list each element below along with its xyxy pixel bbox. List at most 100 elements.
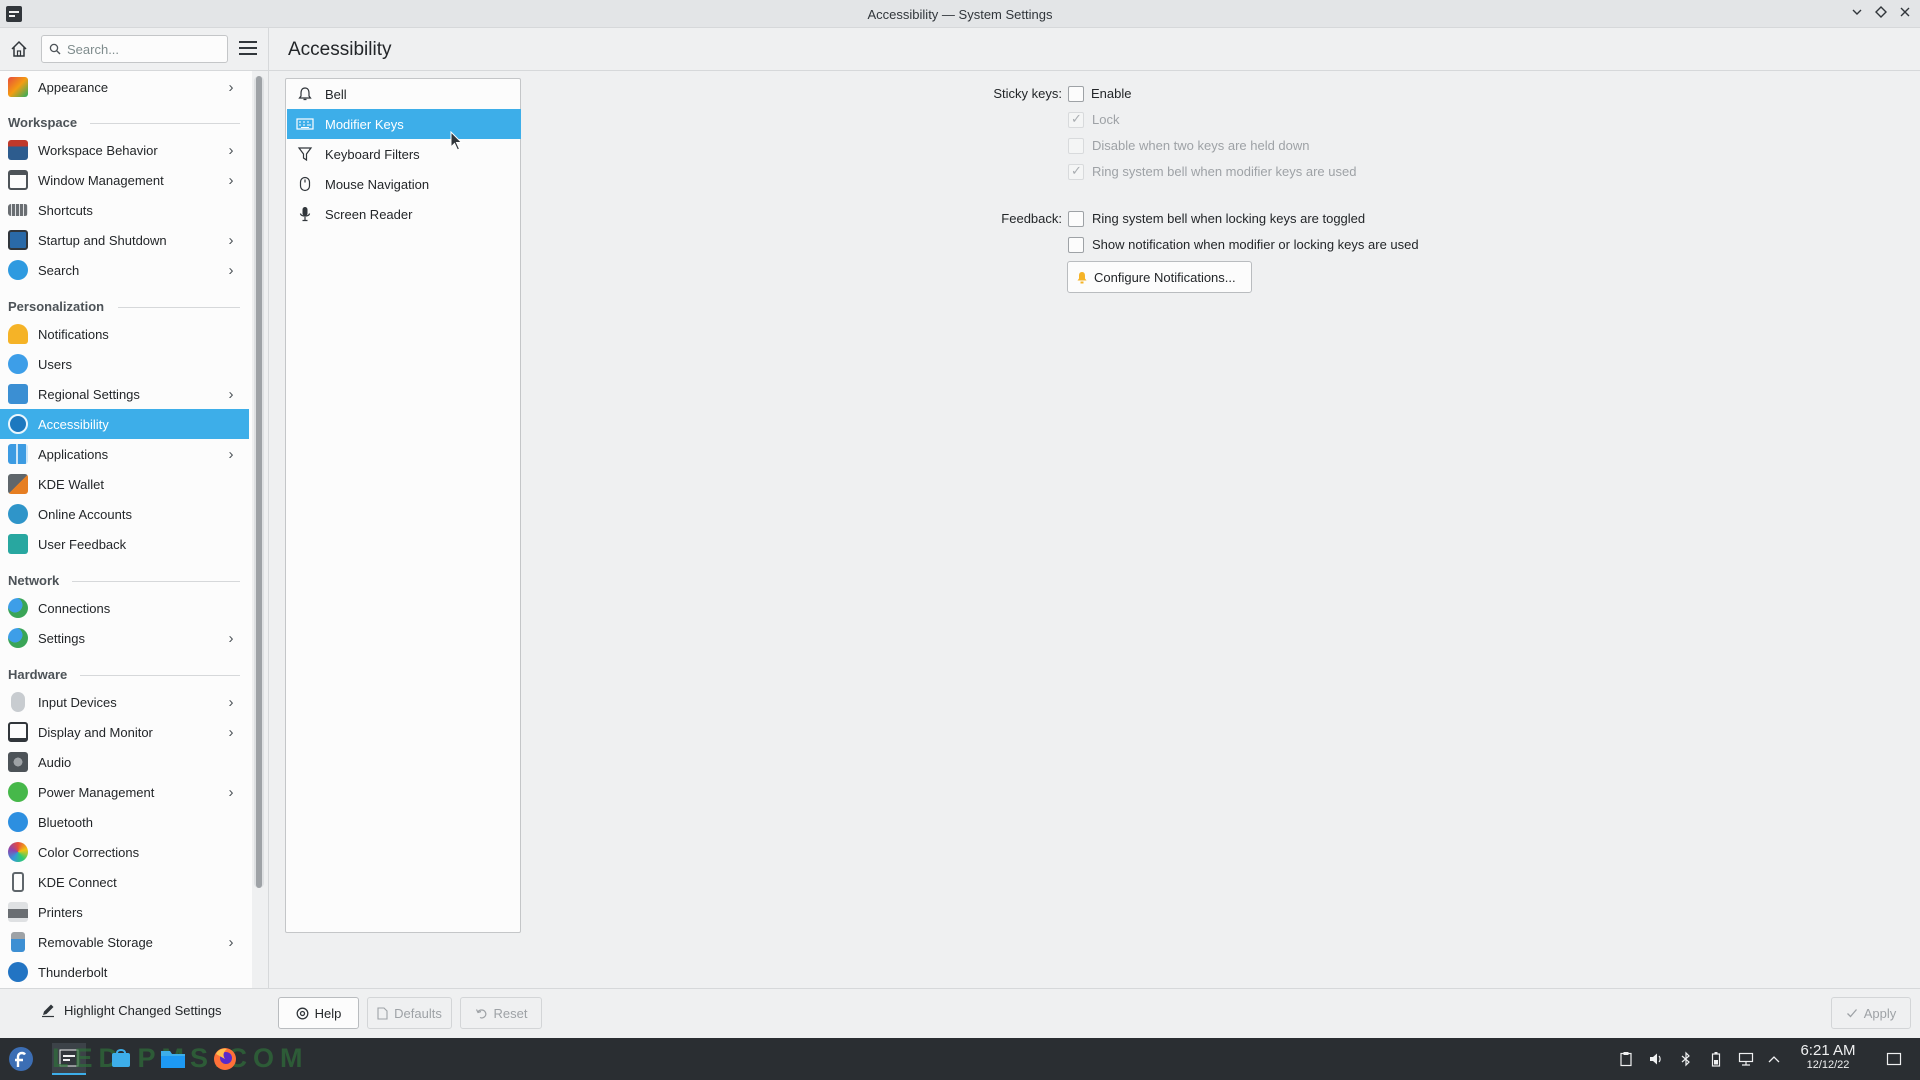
chevron-right-icon: › bbox=[228, 171, 234, 189]
close-icon[interactable] bbox=[1896, 5, 1914, 23]
sidebar-item-workspace-behavior[interactable]: Workspace Behavior › bbox=[0, 135, 249, 165]
sidebar-item-color-corrections[interactable]: Color Corrections bbox=[0, 837, 249, 867]
feedback-label: Feedback: bbox=[1001, 211, 1062, 226]
chevron-right-icon: › bbox=[228, 629, 234, 647]
document-icon bbox=[377, 1006, 388, 1020]
sidebar-scrollbar[interactable] bbox=[254, 76, 264, 888]
volume-icon[interactable] bbox=[1648, 1051, 1664, 1067]
sidebar-item-regional-settings[interactable]: Regional Settings › bbox=[0, 379, 249, 409]
disable-two-keys-checkbox[interactable] bbox=[1068, 138, 1084, 154]
highlight-changed-settings-button[interactable]: Highlight Changed Settings bbox=[40, 1002, 222, 1018]
tray-expand-icon[interactable] bbox=[1766, 1051, 1782, 1067]
checkmark-icon bbox=[1846, 1007, 1858, 1019]
sidebar-item-online-accounts[interactable]: Online Accounts bbox=[0, 499, 249, 529]
window-title: Accessibility — System Settings bbox=[867, 7, 1053, 22]
sidebar: Appearance › Workspace Workspace Behavio… bbox=[0, 71, 252, 988]
subpage-item-screen-reader[interactable]: Screen Reader bbox=[287, 199, 521, 229]
maximize-icon[interactable] bbox=[1872, 5, 1890, 23]
subpage-list: Bell Modifier Keys Keyboard Filters Mous… bbox=[285, 78, 521, 933]
subpage-item-mouse-navigation[interactable]: Mouse Navigation bbox=[287, 169, 521, 199]
enable-label: Enable bbox=[1091, 86, 1132, 101]
search-icon bbox=[8, 260, 28, 280]
network-icon[interactable] bbox=[1738, 1051, 1754, 1067]
show-notification-checkbox[interactable] bbox=[1068, 237, 1084, 253]
sidebar-item-bluetooth[interactable]: Bluetooth bbox=[0, 807, 249, 837]
chevron-right-icon: › bbox=[228, 933, 234, 951]
sidebar-item-audio[interactable]: Audio bbox=[0, 747, 249, 777]
file-manager-icon[interactable] bbox=[156, 1043, 190, 1075]
defaults-button[interactable]: Defaults bbox=[367, 997, 452, 1029]
firefox-icon[interactable] bbox=[208, 1043, 242, 1075]
lock-label: Lock bbox=[1092, 112, 1120, 127]
sidebar-item-search[interactable]: Search › bbox=[0, 255, 249, 285]
bluetooth-icon[interactable] bbox=[1678, 1051, 1694, 1067]
ring-locking-label: Ring system bell when locking keys are t… bbox=[1092, 211, 1366, 226]
monitor-icon bbox=[8, 722, 28, 742]
sidebar-item-printers[interactable]: Printers bbox=[0, 897, 249, 927]
minimize-icon[interactable] bbox=[1848, 5, 1866, 23]
show-notification-label: Show notification when modifier or locki… bbox=[1092, 237, 1419, 252]
sidebar-item-connections[interactable]: Connections bbox=[0, 593, 249, 623]
sidebar-item-kde-connect[interactable]: KDE Connect bbox=[0, 867, 249, 897]
sidebar-item-notifications[interactable]: Notifications bbox=[0, 319, 249, 349]
lock-checkbox[interactable]: ✓ bbox=[1068, 111, 1084, 128]
clipboard-icon[interactable] bbox=[1618, 1051, 1634, 1067]
search-input[interactable] bbox=[67, 40, 217, 58]
applications-icon bbox=[8, 444, 28, 464]
audio-icon bbox=[8, 752, 28, 772]
thunderbolt-icon bbox=[8, 962, 28, 982]
sidebar-item-appearance[interactable]: Appearance › bbox=[0, 72, 249, 102]
help-button[interactable]: Help bbox=[278, 997, 359, 1029]
battery-icon[interactable] bbox=[1708, 1051, 1724, 1067]
clock[interactable]: 6:21 AM 12/12/22 bbox=[1790, 1042, 1866, 1071]
sidebar-item-user-feedback[interactable]: User Feedback bbox=[0, 529, 249, 559]
sidebar-item-applications[interactable]: Applications › bbox=[0, 439, 249, 469]
configure-notifications-button[interactable]: Configure Notifications... bbox=[1067, 261, 1252, 293]
mouse-icon bbox=[11, 692, 25, 712]
accessibility-icon bbox=[8, 414, 28, 434]
sidebar-item-network-settings[interactable]: Settings › bbox=[0, 623, 249, 653]
sidebar-item-window-management[interactable]: Window Management › bbox=[0, 165, 249, 195]
chevron-right-icon: › bbox=[228, 385, 234, 403]
discover-icon[interactable] bbox=[104, 1043, 138, 1075]
subpage-item-bell[interactable]: Bell bbox=[287, 79, 521, 109]
scrollbar-thumb[interactable] bbox=[256, 76, 262, 888]
sidebar-item-users[interactable]: Users bbox=[0, 349, 249, 379]
sidebar-item-shortcuts[interactable]: Shortcuts bbox=[0, 195, 249, 225]
sidebar-item-startup-shutdown[interactable]: Startup and Shutdown › bbox=[0, 225, 249, 255]
kde-connect-icon bbox=[12, 872, 24, 892]
sidebar-item-removable-storage[interactable]: Removable Storage › bbox=[0, 927, 249, 957]
ring-modifier-checkbox[interactable]: ✓ bbox=[1068, 163, 1084, 180]
hamburger-menu-icon[interactable] bbox=[239, 41, 257, 57]
sidebar-item-input-devices[interactable]: Input Devices › bbox=[0, 687, 249, 717]
ring-locking-checkbox[interactable] bbox=[1068, 211, 1084, 227]
chevron-right-icon: › bbox=[228, 78, 234, 96]
fedora-launcher-icon[interactable] bbox=[4, 1043, 38, 1075]
appearance-icon bbox=[8, 77, 28, 97]
enable-checkbox[interactable] bbox=[1068, 86, 1084, 102]
sidebar-item-power-management[interactable]: Power Management › bbox=[0, 777, 249, 807]
connections-icon bbox=[8, 598, 28, 618]
apply-button[interactable]: Apply bbox=[1831, 997, 1911, 1029]
reset-button[interactable]: Reset bbox=[460, 997, 542, 1029]
sidebar-item-accessibility[interactable]: Accessibility bbox=[0, 409, 249, 439]
category-workspace: Workspace bbox=[8, 115, 78, 130]
keyboard-icon bbox=[8, 204, 28, 216]
show-desktop-icon[interactable] bbox=[1886, 1051, 1902, 1067]
filter-icon bbox=[295, 144, 315, 164]
subpage-item-modifier-keys[interactable]: Modifier Keys bbox=[287, 109, 521, 139]
mouse-icon bbox=[295, 174, 315, 194]
chevron-right-icon: › bbox=[228, 783, 234, 801]
sidebar-item-display-monitor[interactable]: Display and Monitor › bbox=[0, 717, 249, 747]
taskbar: LED PMS.COM 6:21 AM 12/12/22 bbox=[0, 1038, 1920, 1080]
bell-icon bbox=[295, 84, 315, 104]
sidebar-item-thunderbolt[interactable]: Thunderbolt bbox=[0, 957, 249, 987]
home-icon[interactable] bbox=[10, 40, 30, 60]
search-field[interactable] bbox=[41, 35, 228, 63]
subpage-item-keyboard-filters[interactable]: Keyboard Filters bbox=[287, 139, 521, 169]
kde-wallet-icon bbox=[8, 474, 28, 494]
sidebar-item-kde-wallet[interactable]: KDE Wallet bbox=[0, 469, 249, 499]
bell-icon bbox=[1076, 271, 1088, 284]
workspace-behavior-icon bbox=[8, 140, 28, 160]
chevron-right-icon: › bbox=[228, 693, 234, 711]
